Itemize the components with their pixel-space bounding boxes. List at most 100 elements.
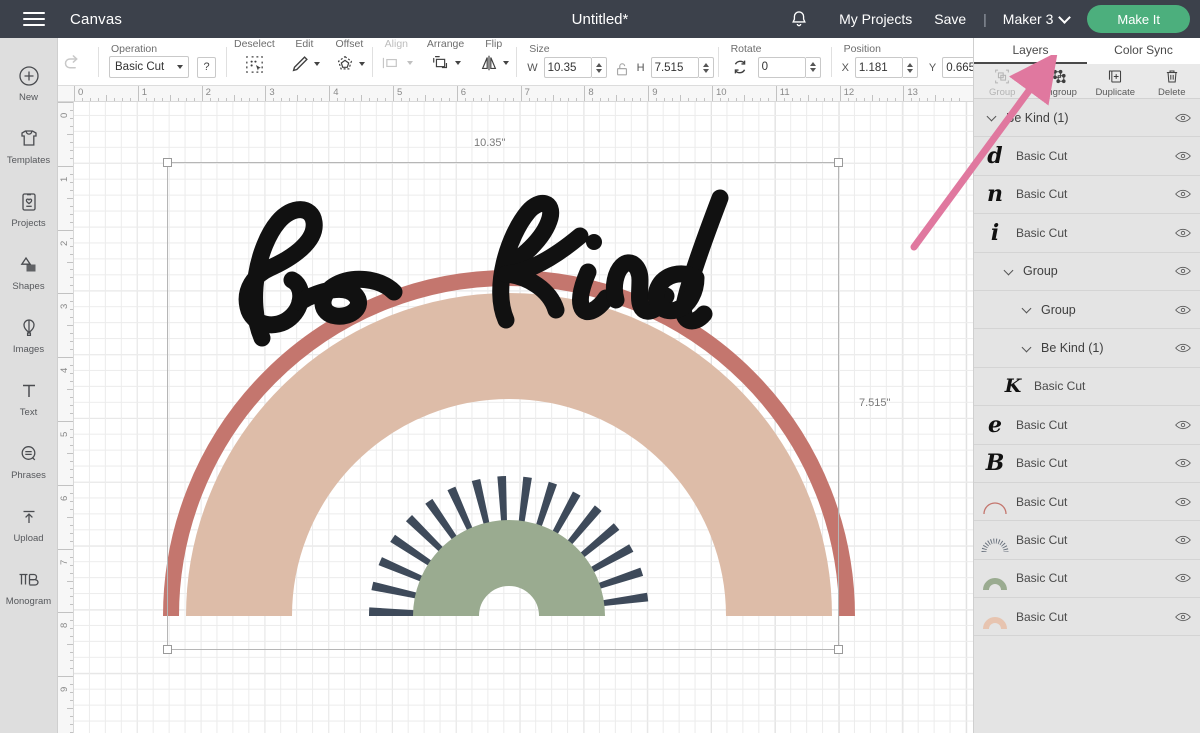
sidebar-item-new[interactable]: New — [0, 52, 58, 115]
sidebar-item-images[interactable]: Images — [0, 304, 58, 367]
resize-handle-top-right[interactable] — [834, 158, 843, 167]
sidebar-item-shapes[interactable]: Shapes — [0, 241, 58, 304]
layer-group-row[interactable]: Group — [974, 252, 1200, 291]
ruler-number: 6 — [59, 495, 70, 501]
visibility-eye-icon[interactable] — [1174, 265, 1192, 277]
ruler-minor-tick — [871, 95, 873, 101]
save-button[interactable]: Save — [923, 11, 977, 27]
layer-row[interactable]: B Basic Cut — [974, 444, 1200, 483]
duplicate-button[interactable]: Duplicate — [1087, 66, 1144, 98]
ruler-tick — [456, 86, 458, 101]
layer-thumbnail — [974, 490, 1016, 514]
chevron-expand-icon[interactable] — [1022, 304, 1033, 315]
hamburger-menu-icon[interactable] — [12, 0, 56, 38]
canvas-grid[interactable]: 10.35" 7.515" — [74, 102, 973, 733]
layer-row[interactable]: Basic Cut — [974, 482, 1200, 522]
ruler-tick — [201, 86, 203, 101]
visibility-eye-icon[interactable] — [1174, 419, 1192, 431]
flip-button[interactable]: Flip — [471, 38, 516, 77]
layers-list[interactable]: Be Kind (1) d Basic Cut n Basic Cut i Ba… — [974, 99, 1200, 721]
ruler-tick — [839, 86, 841, 101]
layer-row[interactable]: d Basic Cut — [974, 137, 1200, 176]
sidebar-item-phrases[interactable]: Phrases — [0, 430, 58, 493]
tab-color-sync[interactable]: Color Sync — [1087, 38, 1200, 64]
resize-handle-top-left[interactable] — [163, 158, 172, 167]
height-stepper[interactable] — [698, 57, 714, 78]
operation-help-button[interactable]: ? — [197, 56, 216, 78]
chevron-down-icon — [503, 61, 510, 65]
visibility-eye-icon[interactable] — [1174, 342, 1192, 354]
offset-button[interactable]: Offset — [327, 38, 372, 79]
ungroup-button[interactable]: Ungroup — [1031, 66, 1088, 98]
sidebar-item-monogram[interactable]: Monogram — [0, 556, 58, 619]
layer-row[interactable]: Basic Cut — [974, 559, 1200, 599]
layer-group-row[interactable]: Group — [974, 290, 1200, 330]
chevron-expand-icon[interactable] — [1004, 266, 1015, 277]
layer-group-row[interactable]: Be Kind (1) — [974, 329, 1200, 368]
sidebar-item-upload[interactable]: Upload — [0, 493, 58, 556]
machine-selector[interactable]: Maker 3 — [993, 10, 1080, 27]
operation-select[interactable]: Basic Cut — [109, 56, 189, 78]
resize-handle-bottom-left[interactable] — [163, 645, 172, 654]
phrases-bubble-icon — [21, 446, 35, 461]
chevron-expand-icon[interactable] — [1022, 343, 1033, 354]
visibility-eye-icon[interactable] — [1174, 227, 1192, 239]
visibility-eye-icon[interactable] — [1174, 496, 1192, 508]
layer-row[interactable]: e Basic Cut — [974, 406, 1200, 445]
chevron-expand-icon[interactable] — [987, 112, 998, 123]
rotate-stepper[interactable] — [805, 56, 821, 78]
make-it-button[interactable]: Make It — [1087, 5, 1190, 33]
visibility-eye-icon[interactable] — [1174, 112, 1192, 124]
layer-thumbnail — [974, 528, 1016, 552]
ruler-tick — [58, 421, 73, 422]
canvas-area[interactable]: 0 1 2 3 4 5 6 7 8 9 10 11 12 13 0123456789 — [58, 86, 973, 733]
my-projects-link[interactable]: My Projects — [828, 11, 923, 27]
layer-row[interactable]: i Basic Cut — [974, 214, 1200, 253]
glyph-B: B — [985, 450, 1005, 477]
layer-row[interactable]: Basic Cut — [974, 521, 1200, 560]
x-input[interactable] — [854, 57, 903, 78]
visibility-eye-icon[interactable] — [1174, 188, 1192, 200]
layer-group-row[interactable]: Be Kind (1) — [974, 99, 1200, 138]
sidebar-item-text[interactable]: Text — [0, 367, 58, 430]
layer-row[interactable]: n Basic Cut — [974, 175, 1200, 215]
x-stepper[interactable] — [902, 57, 918, 78]
layer-row[interactable]: Basic Cut — [974, 598, 1200, 637]
redo-icon[interactable] — [56, 45, 88, 79]
visibility-eye-icon[interactable] — [1174, 304, 1192, 316]
layer-row[interactable]: K Basic Cut — [974, 367, 1200, 407]
ruler-minor-tick — [67, 644, 73, 646]
edit-button[interactable]: Edit — [282, 38, 327, 79]
layer-name: Basic Cut — [1016, 187, 1068, 202]
delete-label: Delete — [1158, 86, 1186, 98]
ruler-tick — [58, 357, 73, 359]
resize-handle-bottom-right[interactable] — [834, 645, 843, 654]
sidebar-item-projects[interactable]: Projects — [0, 178, 58, 241]
group-button[interactable]: Group — [974, 66, 1031, 98]
top-bar-actions: My Projects Save | Maker 3 Make It — [784, 4, 1200, 34]
unlock-icon[interactable] — [614, 61, 630, 78]
width-stepper[interactable] — [591, 57, 607, 78]
arrange-button[interactable]: Arrange — [420, 38, 471, 77]
visibility-eye-icon[interactable] — [1174, 457, 1192, 469]
layer-name: Be Kind (1) — [1041, 341, 1104, 356]
visibility-eye-icon[interactable] — [1174, 534, 1192, 546]
height-input[interactable] — [650, 57, 699, 78]
visibility-eye-icon[interactable] — [1174, 150, 1192, 162]
layer-name: Basic Cut — [1016, 494, 1068, 509]
ruler-minor-tick — [67, 708, 73, 710]
visibility-eye-icon[interactable] — [1174, 572, 1192, 584]
deselect-button[interactable]: Deselect — [227, 38, 282, 80]
notification-bell-icon[interactable] — [784, 4, 814, 34]
visibility-eye-icon[interactable] — [1174, 611, 1192, 623]
sidebar-label: Projects — [11, 218, 46, 229]
rotate-input[interactable] — [757, 56, 806, 78]
rotate-icon[interactable] — [729, 56, 751, 78]
selection-bounding-box[interactable] — [163, 158, 843, 654]
sidebar-item-templates[interactable]: Templates — [0, 115, 58, 178]
align-button[interactable]: Align — [373, 38, 420, 77]
tab-layers[interactable]: Layers — [974, 38, 1087, 64]
arch-solid-tan-thumb — [983, 616, 1007, 629]
delete-button[interactable]: Delete — [1144, 66, 1200, 98]
width-input[interactable] — [543, 57, 592, 78]
